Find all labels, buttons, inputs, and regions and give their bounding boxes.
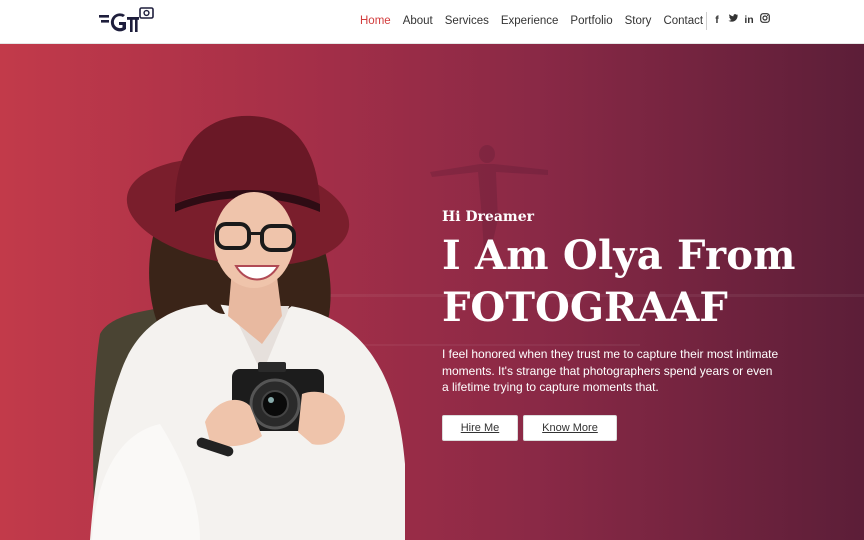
- social-links: f in: [712, 13, 770, 27]
- hero-photo: [90, 115, 864, 540]
- nav-about[interactable]: About: [403, 14, 433, 28]
- know-more-button[interactable]: Know More: [523, 415, 617, 441]
- photographer-figure: [90, 115, 405, 540]
- main-nav: Home About Services Experience Portfolio…: [360, 14, 703, 28]
- hero-greeting: Hi Dreamer: [442, 209, 535, 225]
- linkedin-icon[interactable]: in: [744, 13, 754, 27]
- hero-section: Hi Dreamer I Am Olya From FOTOGRAAF I fe…: [0, 44, 864, 540]
- facebook-icon[interactable]: f: [712, 13, 722, 27]
- twitter-icon[interactable]: [728, 13, 738, 27]
- hero-description: I feel honored when they trust me to cap…: [442, 347, 779, 394]
- logo[interactable]: [99, 7, 159, 35]
- nav-experience[interactable]: Experience: [501, 14, 559, 28]
- nav-portfolio[interactable]: Portfolio: [570, 14, 612, 28]
- hire-me-button[interactable]: Hire Me: [442, 415, 518, 441]
- hero-title: I Am Olya From: [442, 232, 796, 279]
- nav-story[interactable]: Story: [625, 14, 652, 28]
- nav-services[interactable]: Services: [445, 14, 489, 28]
- logo-icon: [99, 7, 154, 32]
- instagram-icon[interactable]: [760, 13, 770, 27]
- nav-home[interactable]: Home: [360, 14, 391, 28]
- site-header: Home About Services Experience Portfolio…: [0, 0, 864, 44]
- hero-title-brand: FOTOGRAAF: [442, 284, 728, 331]
- nav-contact[interactable]: Contact: [663, 14, 703, 28]
- nav-divider: [706, 12, 707, 30]
